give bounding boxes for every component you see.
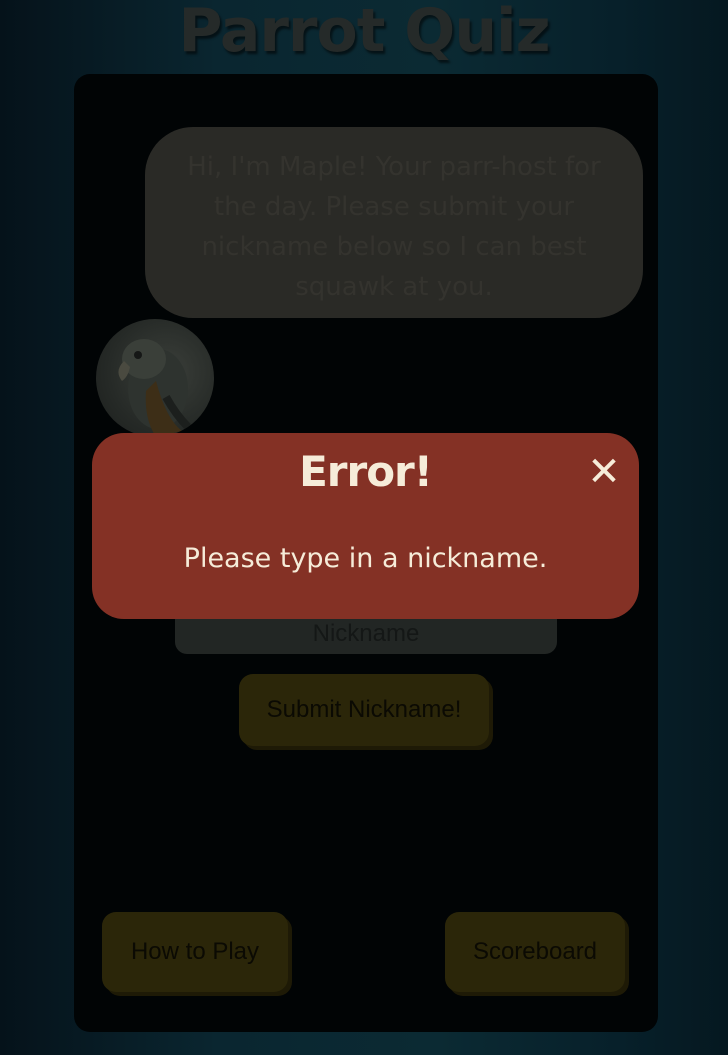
submit-nickname-button[interactable]: Submit Nickname! <box>239 674 489 746</box>
host-speech-bubble: Hi, I'm Maple! Your parr-host for the da… <box>145 127 643 318</box>
close-icon[interactable]: ✕ <box>585 452 623 492</box>
page-title: Parrot Quiz <box>178 0 550 66</box>
parrot-avatar-icon <box>96 319 214 437</box>
how-to-play-button[interactable]: How to Play <box>102 912 288 992</box>
error-modal: Error! ✕ Please type in a nickname. <box>92 433 639 619</box>
parrot-illustration <box>118 339 191 437</box>
modal-title: Error! <box>299 447 433 496</box>
modal-message: Please type in a nickname. <box>183 543 548 574</box>
scoreboard-button[interactable]: Scoreboard <box>445 912 625 992</box>
